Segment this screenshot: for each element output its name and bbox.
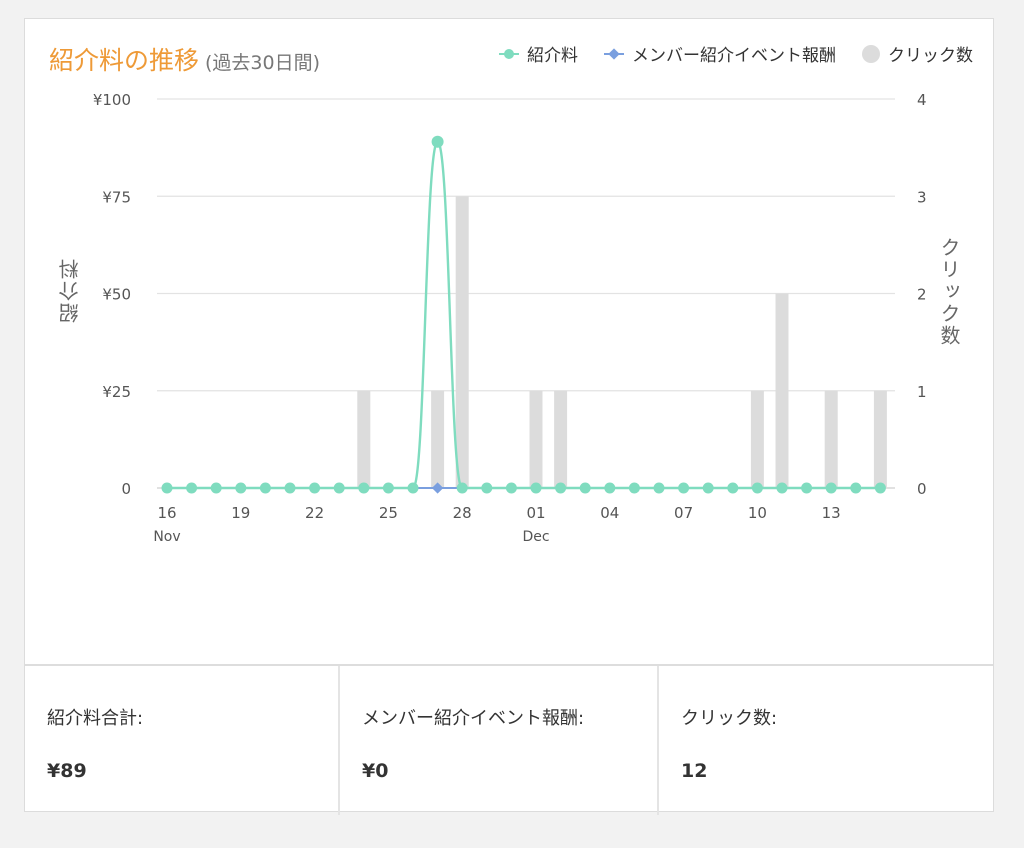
point-referral-fee [751, 482, 763, 494]
point-referral-fee [358, 482, 370, 494]
y-tick-label-left: ¥100 [93, 91, 131, 109]
bar-clicks [431, 390, 445, 488]
y-tick-label-left: ¥50 [102, 286, 131, 304]
point-referral-fee [431, 135, 444, 148]
summary-bar: 紹介料合計: ¥89 メンバー紹介イベント報酬: ¥0 クリック数: 12 [25, 664, 993, 815]
point-referral-fee [702, 482, 714, 494]
point-referral-fee [505, 482, 517, 494]
x-tick-label: 07 [674, 504, 693, 522]
bar-clicks [750, 390, 764, 488]
point-referral-fee [161, 482, 173, 494]
x-tick-label: 22 [305, 504, 324, 522]
x-tick-label: 25 [379, 504, 398, 522]
bar-clicks [455, 196, 469, 488]
referral-chart-card: 紹介料の推移 (過去30日間) 紹介料 メンバー紹介イベント報酬 クリック数 紹介… [24, 18, 994, 815]
y-tick-label-left: ¥25 [102, 383, 131, 401]
x-tick-month-label: Dec [522, 529, 549, 545]
summary-label: メンバー紹介イベント報酬: [362, 708, 585, 729]
point-referral-fee [235, 482, 247, 494]
x-tick-label: 28 [453, 504, 472, 522]
bar-clicks [775, 293, 789, 488]
summary-total-fee: 紹介料合計: ¥89 [25, 666, 340, 815]
series-line-referral-fee [167, 140, 881, 490]
summary-label: クリック数: [681, 708, 778, 729]
x-tick-label: 10 [748, 504, 767, 522]
y-tick-label-right: 4 [917, 91, 927, 109]
y-tick-label-right: 1 [917, 383, 927, 401]
point-referral-fee [579, 482, 591, 494]
x-tick-label: 19 [231, 504, 250, 522]
point-referral-fee [210, 482, 222, 494]
point-referral-fee [530, 482, 542, 494]
summary-member-reward: メンバー紹介イベント報酬: ¥0 [340, 666, 659, 815]
x-tick-label: 01 [526, 504, 545, 522]
summary-label: 紹介料合計: [47, 708, 144, 729]
bar-clicks [357, 390, 371, 488]
point-referral-fee [259, 482, 271, 494]
chart-plot: 0 0 ¥25 1 ¥50 2 ¥75 3 ¥100 4 16 Nov 19 22 25 28 01 Dec 04 0… [93, 91, 927, 545]
point-referral-fee [186, 482, 198, 494]
point-referral-fee [850, 482, 862, 494]
point-referral-fee [727, 482, 739, 494]
point-referral-fee [333, 482, 345, 494]
y-tick-label-right: 0 [917, 480, 927, 498]
point-referral-fee [776, 482, 788, 494]
bar-clicks [554, 390, 568, 488]
point-referral-fee [309, 482, 321, 494]
x-tick-label: 13 [822, 504, 841, 522]
summary-value: 12 [681, 760, 708, 782]
point-referral-fee [555, 482, 567, 494]
bar-clicks [529, 390, 543, 488]
summary-value: ¥89 [47, 760, 87, 782]
point-referral-fee [407, 482, 419, 494]
bar-clicks [873, 390, 887, 488]
y-tick-label-right: 3 [917, 188, 927, 206]
summary-clicks: クリック数: 12 [659, 666, 993, 815]
y-tick-label-right: 2 [917, 286, 927, 304]
point-referral-fee [284, 482, 296, 494]
point-referral-fee [628, 482, 640, 494]
point-referral-fee [801, 482, 813, 494]
point-referral-fee [604, 482, 616, 494]
point-referral-fee [653, 482, 665, 494]
point-referral-fee [481, 482, 493, 494]
point-referral-fee [825, 482, 837, 494]
point-referral-fee [382, 482, 394, 494]
point-referral-fee [874, 482, 886, 494]
bar-clicks [824, 390, 838, 488]
y-tick-label-left: 0 [121, 480, 131, 498]
point-referral-fee [456, 482, 468, 494]
x-tick-label: 16 [157, 504, 176, 522]
x-tick-month-label: Nov [153, 529, 180, 545]
x-tick-label: 04 [600, 504, 619, 522]
y-tick-label-left: ¥75 [102, 188, 131, 206]
summary-value: ¥0 [362, 760, 389, 782]
point-referral-fee [678, 482, 690, 494]
